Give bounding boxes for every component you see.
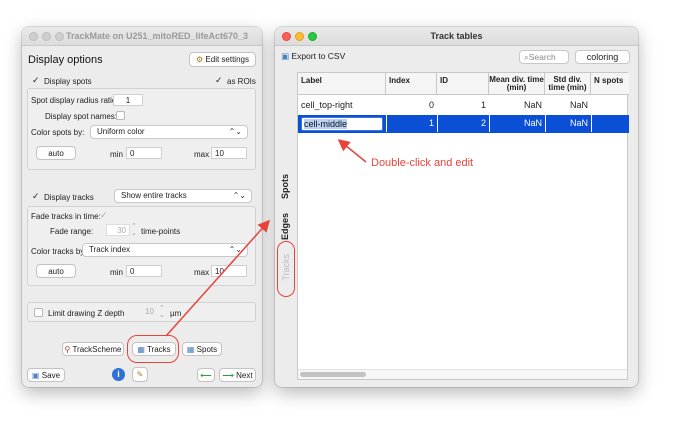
- annotation-arrows: [165, 139, 367, 337]
- annotation-text: Double-click and edit: [371, 157, 474, 169]
- arrow-to-tracks-tab: [165, 219, 271, 337]
- arrow-to-edit-cell: [337, 139, 367, 163]
